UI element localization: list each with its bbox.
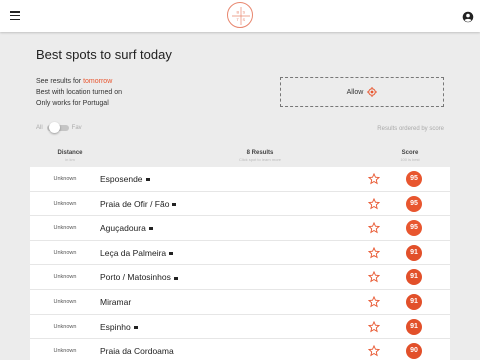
svg-text:T: T [237,17,240,22]
svg-text:S: S [243,17,246,22]
favorites-toggle-row: All Fav [36,122,82,133]
country-hint: Only works for Portugal [36,100,109,107]
spot-name-cell[interactable]: Porto / Matosinhos [100,265,178,289]
svg-text:B: B [237,10,240,15]
score-badge: 91 [406,244,422,261]
spot-name[interactable]: Aguçadoura [100,223,146,233]
spot-name-cell[interactable]: Praia de Ofir / Fão [100,192,177,216]
spot-row[interactable]: Unknown Porto / Matosinhos 91 [30,265,450,290]
spot-distance: Unknown [53,298,77,305]
spot-row[interactable]: Unknown Praia da Cordoama 90 [30,339,450,360]
toggle-all-label: All [36,125,43,131]
score-badge: 91 [406,318,422,335]
spot-row[interactable]: Unknown Esposende 95 [30,167,450,192]
star-outline-icon[interactable] [368,271,380,283]
allow-label: Allow [346,88,364,96]
flag-icon [145,178,150,182]
spot-list: Unknown Esposende 95 Unknown Praia de Ofir /… [30,167,450,360]
location-target-icon [367,87,378,97]
spot-name-cell[interactable]: Aguçadoura [100,216,153,240]
distance-header-label: Distance [57,150,83,156]
spot-row[interactable]: Unknown Miramar 91 [30,290,450,315]
flag-icon [172,202,177,206]
spot-distance: Unknown [53,176,77,182]
flag-icon [169,252,174,256]
spot-name-cell[interactable]: Leça da Palmeira [100,241,174,265]
spot-name[interactable]: Porto / Matosinhos [100,272,171,282]
spot-distance: Unknown [53,274,77,281]
star-outline-icon[interactable] [368,320,380,333]
results-header-sub: Click spot to learn more [238,157,281,162]
spot-name[interactable]: Esposende [100,174,143,184]
allow-location-button[interactable]: Allow [280,77,444,107]
results-count: 8 Results [246,150,274,156]
score-header-label: Score [401,150,419,156]
toggle-knob[interactable] [48,122,60,133]
svg-text:S: S [243,10,246,15]
score-badge: 91 [406,269,422,286]
results-column-header: 8 Results Click spot to learn more [190,150,330,162]
star-outline-icon[interactable] [368,197,380,210]
score-badge: 95 [406,195,422,212]
account-circle-icon[interactable] [462,10,474,23]
flag-icon [133,325,138,329]
spot-distance: Unknown [53,323,77,330]
spot-row[interactable]: Unknown Aguçadoura 95 [30,216,450,241]
day-link[interactable]: tomorrow [83,78,112,85]
spot-name-cell[interactable]: Miramar [100,290,131,314]
see-results-line: See results for tomorrow [36,76,122,87]
star-outline-icon[interactable] [368,345,380,357]
score-badge: 95 [406,171,422,187]
spot-row[interactable]: Unknown Leça da Palmeira 91 [30,241,450,266]
top-app-bar: B S T S [0,0,480,32]
spot-distance: Unknown [53,200,77,207]
distance-header-sub: in km [65,157,75,162]
star-outline-icon[interactable] [368,222,380,234]
spot-name[interactable]: Leça da Palmeira [100,248,166,258]
distance-column-header: Distance in km [30,150,110,162]
spot-name[interactable]: Espinho [100,322,131,332]
favorites-toggle[interactable] [46,122,69,133]
score-badge: 90 [406,343,422,360]
spot-name-cell[interactable]: Espinho [100,315,138,339]
star-outline-icon[interactable] [368,173,380,185]
flag-icon [148,227,153,231]
surf-logo-icon[interactable]: B S T S [227,2,253,28]
spot-row[interactable]: Unknown Praia de Ofir / Fão 95 [30,192,450,217]
flag-icon [173,276,178,280]
page-title: Best spots to surf today [36,47,172,62]
star-outline-icon[interactable] [368,246,380,259]
results-table-header: Distance in km 8 Results Click spot to l… [30,150,450,164]
spot-name[interactable]: Miramar [100,297,131,307]
spot-name[interactable]: Praia de Ofir / Fão [100,199,169,209]
score-column-header: Score 100 is best [380,150,440,162]
score-badge: 95 [406,220,422,237]
star-outline-icon[interactable] [368,295,380,308]
score-header-sub: 100 is best [400,157,420,162]
toggle-fav-label: Fav [71,125,82,131]
spot-distance: Unknown [53,225,77,232]
location-info: See results for tomorrow Best with locat… [36,76,122,109]
spot-distance: Unknown [53,249,77,256]
hamburger-menu-icon[interactable] [10,11,20,21]
location-hint: Best with location turned on [36,89,122,96]
score-badge: 91 [406,293,422,310]
spot-distance: Unknown [53,348,77,355]
spot-name[interactable]: Praia da Cordoama [100,346,174,356]
see-results-label: See results for [36,78,84,85]
spot-row[interactable]: Unknown Espinho 91 [30,315,450,340]
order-note: Results ordered by score [377,126,444,132]
spot-name-cell[interactable]: Praia da Cordoama [100,339,174,360]
spot-name-cell[interactable]: Esposende [100,167,150,191]
